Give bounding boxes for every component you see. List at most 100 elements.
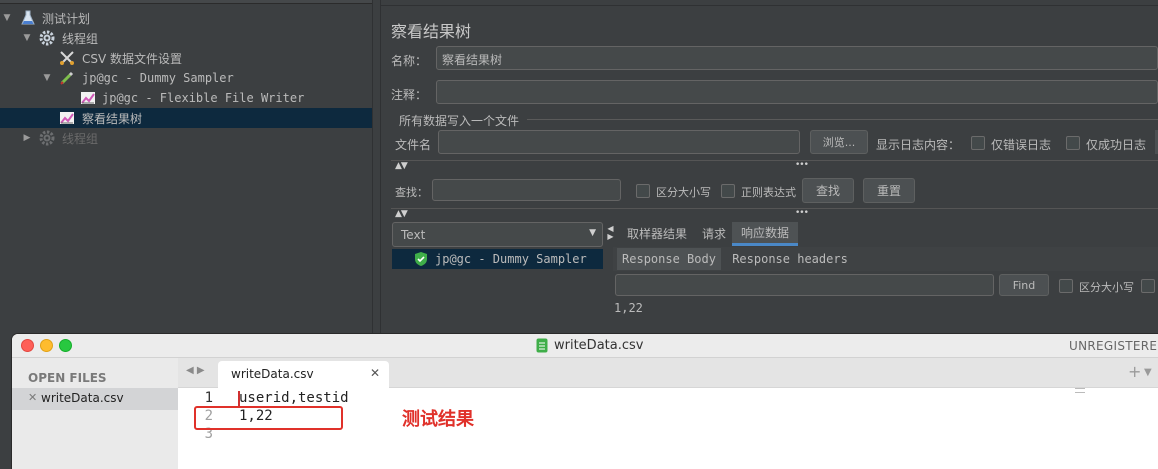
tree-node-label: 线程组 bbox=[62, 31, 99, 46]
collapse-arrow-icon[interactable]: ▼ bbox=[22, 33, 32, 43]
gear-icon bbox=[39, 30, 55, 46]
close-icon[interactable]: ✕ bbox=[28, 391, 37, 404]
response-case-checkbox[interactable] bbox=[1059, 279, 1073, 293]
comment-label: 注释： bbox=[391, 88, 428, 102]
sidebar-item-label: writeData.csv bbox=[41, 391, 124, 405]
case-sensitive-checkbox[interactable] bbox=[636, 184, 650, 198]
subtab-response-headers[interactable]: Response headers bbox=[731, 248, 849, 270]
editor-area[interactable]: 1 2 3 userid,testid 1,22 测试结果 bbox=[178, 388, 1158, 469]
page-title: 察看结果树 bbox=[391, 22, 472, 41]
reset-button[interactable]: 重置 bbox=[863, 178, 915, 203]
splitter-line bbox=[391, 160, 1158, 161]
splitter-line bbox=[391, 208, 1158, 209]
splitter-arrows[interactable]: ▲▼ bbox=[395, 209, 408, 219]
minimap[interactable] bbox=[1075, 388, 1085, 393]
tree-node-test-plan[interactable]: ▼ 测试计划 bbox=[0, 8, 372, 28]
tree-node-label: CSV 数据文件设置 bbox=[82, 51, 183, 66]
tab-nav-arrows[interactable]: ◀ ▶ bbox=[186, 365, 205, 376]
errors-only-label: 仅错误日志 bbox=[991, 138, 1052, 152]
annotation-label: 测试结果 bbox=[402, 409, 474, 430]
tab-response-data[interactable]: 响应数据 bbox=[732, 222, 798, 246]
window-title: writeData.csv bbox=[554, 338, 644, 353]
zoom-window-button[interactable] bbox=[59, 339, 72, 352]
code-line: userid,testid bbox=[239, 390, 349, 406]
response-find-field[interactable] bbox=[615, 274, 994, 296]
log-content-label: 显示日志内容： bbox=[876, 138, 961, 152]
shield-check-icon bbox=[414, 251, 428, 270]
sidebar-item-writedata[interactable]: ✕ writeData.csv bbox=[12, 388, 178, 410]
view-results-tree-panel: 察看结果树 名称： 察看结果树 注释： 所有数据写入一个文件 文件名 浏览...… bbox=[381, 0, 1158, 340]
tree-node-csv-config[interactable]: CSV 数据文件设置 bbox=[0, 48, 372, 68]
chart-icon bbox=[59, 110, 75, 126]
search-field[interactable] bbox=[432, 179, 621, 201]
result-item-label: jp@gc - Dummy Sampler bbox=[435, 252, 587, 266]
splitter-arrows[interactable]: ◀▶ bbox=[606, 224, 615, 240]
tree-node-label: 察看结果树 bbox=[82, 111, 143, 126]
file-icon bbox=[536, 338, 548, 356]
tab-request[interactable]: 请求 bbox=[697, 222, 731, 244]
subtab-response-body[interactable]: Response Body bbox=[617, 248, 721, 270]
result-item[interactable]: jp@gc - Dummy Sampler bbox=[392, 249, 603, 269]
splitter-grip[interactable]: ••• bbox=[795, 208, 809, 218]
filename-label: 文件名 bbox=[395, 138, 432, 152]
browse-button[interactable]: 浏览... bbox=[810, 130, 868, 154]
collapse-arrow-icon[interactable]: ▼ bbox=[2, 13, 12, 23]
tree-node-label: jp@gc - Flexible File Writer bbox=[102, 91, 305, 105]
gear-icon bbox=[39, 130, 55, 146]
tree-node-view-results-tree[interactable]: 察看结果树 bbox=[0, 108, 372, 128]
tree-top-strip bbox=[0, 0, 372, 4]
divider bbox=[527, 119, 1158, 120]
window-titlebar[interactable]: writeData.csv UNREGISTERED bbox=[12, 334, 1158, 358]
dropdown-arrow-icon: ▼ bbox=[589, 228, 596, 238]
pipette-icon bbox=[59, 70, 75, 86]
plus-icon[interactable]: + bbox=[1128, 362, 1141, 381]
comment-field[interactable] bbox=[436, 80, 1158, 104]
filename-field[interactable] bbox=[438, 130, 800, 154]
case-sensitive-label: 区分大小写 bbox=[656, 186, 711, 199]
chart-icon bbox=[80, 90, 96, 106]
flask-icon bbox=[20, 10, 36, 26]
line-number: 1 bbox=[204, 390, 213, 406]
scissors-icon bbox=[59, 50, 75, 66]
success-only-checkbox[interactable] bbox=[1066, 136, 1080, 150]
regex-checkbox[interactable] bbox=[721, 184, 735, 198]
errors-only-checkbox[interactable] bbox=[971, 136, 985, 150]
regex-label: 正则表达式 bbox=[741, 186, 796, 199]
tree-node-thread-group[interactable]: ▼ 线程组 bbox=[0, 28, 372, 48]
expand-arrow-icon[interactable]: ▶ bbox=[22, 133, 32, 143]
unregistered-label: UNREGISTERED bbox=[1069, 339, 1158, 353]
name-label: 名称： bbox=[391, 54, 428, 68]
response-regex-checkbox[interactable] bbox=[1141, 279, 1155, 293]
result-list bbox=[392, 269, 603, 329]
open-files-heading: OPEN FILES bbox=[28, 371, 107, 385]
tree-node-flexible-file-writer[interactable]: jp@gc - Flexible File Writer bbox=[0, 88, 372, 108]
success-only-label: 仅成功日志 bbox=[1086, 138, 1147, 152]
response-case-label: 区分大小写 bbox=[1079, 281, 1134, 294]
tree-node-label: 线程组 bbox=[62, 131, 99, 146]
name-field[interactable]: 察看结果树 bbox=[436, 46, 1158, 70]
sidebar: OPEN FILES ✕ writeData.csv bbox=[12, 358, 178, 469]
close-icon[interactable]: ✕ bbox=[370, 366, 380, 380]
splitter-grip[interactable]: ••• bbox=[795, 160, 809, 170]
tab-sampler-result[interactable]: 取样器结果 bbox=[617, 222, 697, 244]
tree-node-label: 测试计划 bbox=[42, 11, 91, 26]
chevron-down-icon[interactable]: ▼ bbox=[1144, 367, 1152, 378]
highlight-box bbox=[194, 406, 343, 430]
search-button[interactable]: 查找 bbox=[802, 178, 854, 203]
editor-tab[interactable]: writeData.csv ✕ bbox=[218, 361, 389, 388]
renderer-select[interactable]: Text ▼ bbox=[392, 222, 603, 247]
close-window-button[interactable] bbox=[21, 339, 34, 352]
splitter-arrows[interactable]: ▲▼ bbox=[395, 161, 408, 171]
response-find-button[interactable]: Find bbox=[999, 274, 1049, 296]
tab-bar: ◀ ▶ writeData.csv ✕ + ▼ bbox=[178, 358, 1158, 388]
collapse-arrow-icon[interactable]: ▼ bbox=[42, 73, 52, 83]
response-body-text: 1,22 bbox=[614, 301, 643, 315]
search-label: 查找： bbox=[395, 186, 428, 199]
tree-node-thread-group-disabled[interactable]: ▶ 线程组 bbox=[0, 128, 372, 148]
file-section-title: 所有数据写入一个文件 bbox=[399, 114, 520, 128]
minimize-window-button[interactable] bbox=[40, 339, 53, 352]
sublime-window: writeData.csv UNREGISTERED OPEN FILES ✕ … bbox=[12, 334, 1158, 469]
panel-top-strip bbox=[381, 0, 1158, 6]
tree-node-label: jp@gc - Dummy Sampler bbox=[82, 71, 234, 85]
tree-node-dummy-sampler[interactable]: ▼ jp@gc - Dummy Sampler bbox=[0, 68, 372, 88]
